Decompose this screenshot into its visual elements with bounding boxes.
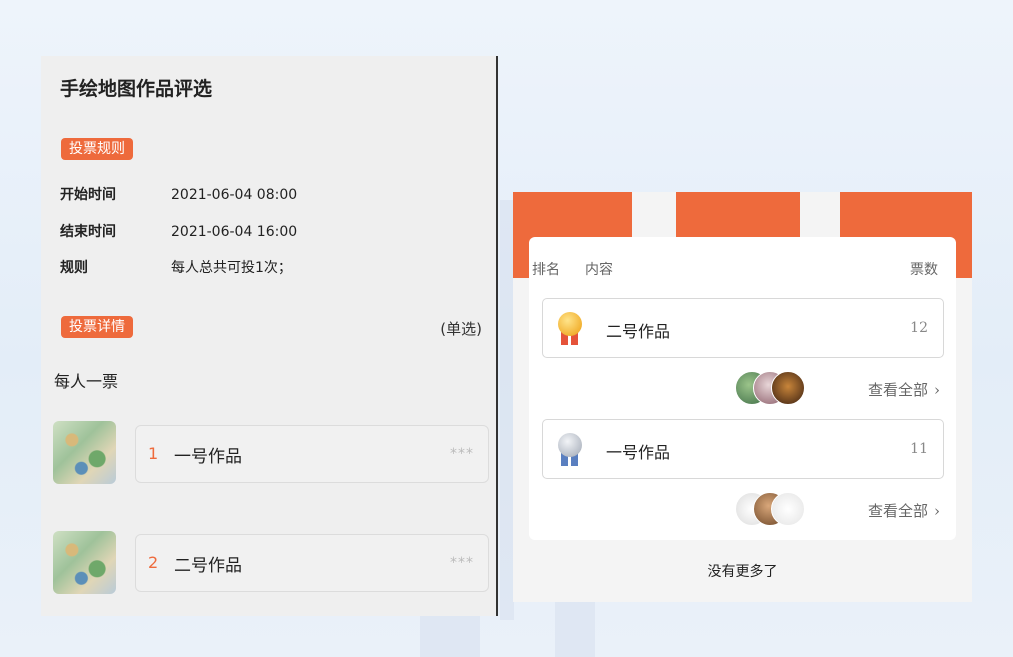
rules-tag: 投票规则 [61,138,133,160]
see-all-label: 查看全部 [867,381,928,399]
avatar [771,492,805,526]
see-all-label: 查看全部 [867,502,928,520]
per-person-votes: 每人一票 [54,372,119,391]
silver-medal-icon [557,433,583,467]
ranking-name: 二号作品 [606,322,671,341]
chevron-right-icon: › [934,502,940,520]
page-title: 手绘地图作品评选 [60,78,213,100]
background-pillar [555,600,595,657]
column-votes: 票数 [910,262,938,278]
end-time-value: 2021-06-04 16:00 [171,224,298,240]
vote-mask: *** [450,555,474,571]
vote-detail-panel: 手绘地图作品评选 投票规则 开始时间 2021-06-04 08:00 结束时间 2… [41,56,498,616]
voter-avatars[interactable] [735,371,805,405]
ranking-item[interactable]: 一号作品 11 [542,419,944,479]
ranking-panel: 排名 内容 票数 二号作品 12 查看全部 › 一号作品 11 查看全部 › 没… [513,192,972,602]
work-number: 1 [148,444,159,463]
work-name: 二号作品 [174,556,242,576]
work-option[interactable]: 1 一号作品 *** [135,425,489,483]
ranking-card: 排名 内容 票数 二号作品 12 查看全部 › 一号作品 11 查看全部 › [529,237,956,540]
chevron-right-icon: › [934,381,940,399]
end-time-label: 结束时间 [60,224,116,240]
start-time-row: 开始时间 2021-06-04 08:00 [60,184,297,204]
vote-count: 12 [910,320,928,336]
vote-mask: *** [450,446,474,462]
details-tag: 投票详情 [61,316,133,338]
gold-medal-icon [557,312,583,346]
background-pillar [420,610,480,657]
start-time-value: 2021-06-04 08:00 [171,187,298,203]
background-pillar [500,200,514,620]
ranking-name: 一号作品 [606,443,671,462]
column-rank: 排名 [532,262,560,278]
work-number: 2 [148,553,159,572]
see-all-link[interactable]: 查看全部 › [868,379,940,400]
start-time-label: 开始时间 [60,187,116,203]
work-thumbnail[interactable] [53,531,116,594]
see-all-link[interactable]: 查看全部 › [868,500,940,521]
vote-count: 11 [910,441,928,457]
no-more-text: 没有更多了 [707,564,778,580]
rule-row: 规则 每人总共可投1次； [60,257,292,277]
work-option[interactable]: 2 二号作品 *** [135,534,489,592]
rule-value: 每人总共可投1次； [171,260,292,276]
work-thumbnail[interactable] [53,421,116,484]
selection-mode: (单选) [440,320,482,338]
rule-label: 规则 [60,260,88,276]
end-time-row: 结束时间 2021-06-04 16:00 [60,221,297,241]
work-name: 一号作品 [174,447,242,467]
voter-avatars[interactable] [735,492,805,526]
column-content: 内容 [585,262,613,278]
ranking-item[interactable]: 二号作品 12 [542,298,944,358]
avatar [771,371,805,405]
